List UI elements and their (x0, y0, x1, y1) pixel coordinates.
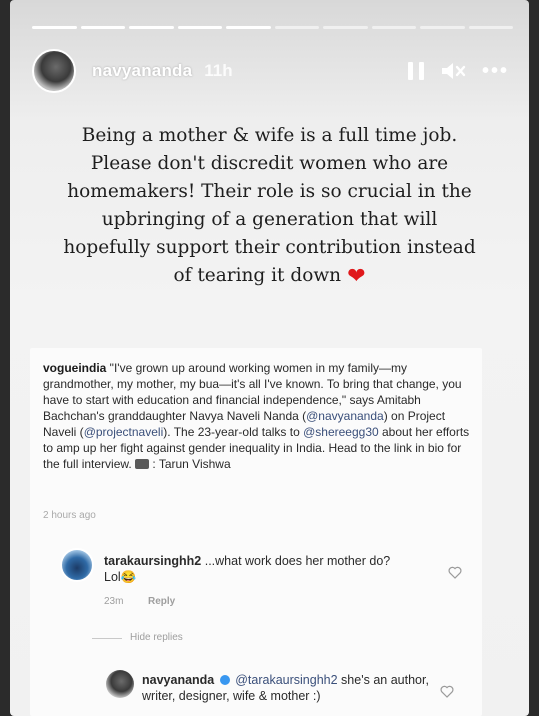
caption-text: of tearing it down (173, 265, 342, 286)
progress-segment (32, 26, 77, 29)
heart-icon: ❤ (347, 264, 366, 289)
story-caption: Being a mother & wife is a full time job… (40, 122, 499, 291)
mute-icon[interactable] (440, 61, 466, 81)
comment-text: tarakaursinghh2 ...what work does her mo… (104, 553, 404, 585)
progress-segment (129, 26, 174, 29)
caption-line: Being a mother & wife is a full time job… (81, 125, 458, 146)
hide-replies-button[interactable]: Hide replies (130, 632, 183, 643)
caption-line: Please don't discredit women who are (90, 153, 449, 174)
progress-segment (371, 26, 416, 29)
progress-segment (323, 26, 368, 29)
progress-segment (274, 26, 319, 29)
post-caption-text: : Tarun Vishwa (149, 457, 231, 471)
caption-line: of tearing it down ❤ (40, 262, 499, 291)
pause-icon[interactable] (407, 62, 424, 80)
like-heart-icon[interactable] (448, 566, 462, 579)
story-header: navyananda 11h ••• (32, 48, 509, 94)
caption-line: upbringing of a generation that will (101, 209, 438, 230)
story-viewer: navyananda 11h ••• Being a mother & wife… (10, 0, 529, 716)
like-heart-icon[interactable] (440, 685, 454, 698)
divider (92, 638, 122, 639)
story-time: 11h (204, 61, 233, 80)
post-caption: vogueindia "I've grown up around working… (43, 360, 473, 472)
mention-link[interactable]: @shereegg30 (303, 425, 379, 439)
story-username[interactable]: navyananda (92, 61, 192, 81)
mention-link[interactable]: @tarakaursinghh2 (235, 673, 337, 687)
mention-link[interactable]: @navyananda (306, 409, 384, 423)
progress-segment (420, 26, 465, 29)
progress-segment (468, 26, 513, 29)
caption-line: homemakers! Their role is so crucial in … (67, 181, 472, 202)
story-progress-bar (32, 26, 513, 29)
post-author[interactable]: vogueindia (43, 361, 106, 375)
camera-icon (135, 459, 150, 469)
progress-segment (226, 26, 271, 29)
mention-link[interactable]: @projectnaveli (84, 425, 164, 439)
reply-text: navyananda @tarakaursinghh2 she's an aut… (142, 672, 432, 704)
shared-post-screenshot: vogueindia "I've grown up around working… (30, 348, 482, 716)
verified-badge-icon (219, 675, 230, 685)
more-options-icon[interactable]: ••• (482, 61, 509, 81)
avatar[interactable] (32, 49, 76, 93)
avatar[interactable] (60, 548, 94, 582)
avatar[interactable] (106, 670, 134, 698)
caption-line: hopefully support their contribution ins… (63, 237, 476, 258)
reply-username[interactable]: navyananda (142, 673, 214, 687)
post-time: 2 hours ago (43, 510, 96, 521)
progress-segment (80, 26, 125, 29)
progress-segment (177, 26, 222, 29)
story-controls: ••• (407, 61, 509, 81)
post-caption-text: ). The 23-year-old talks to (163, 425, 304, 439)
reply-button[interactable]: Reply (148, 596, 175, 607)
comment-time: 23m (104, 596, 124, 607)
comment-username[interactable]: tarakaursinghh2 (104, 554, 201, 568)
